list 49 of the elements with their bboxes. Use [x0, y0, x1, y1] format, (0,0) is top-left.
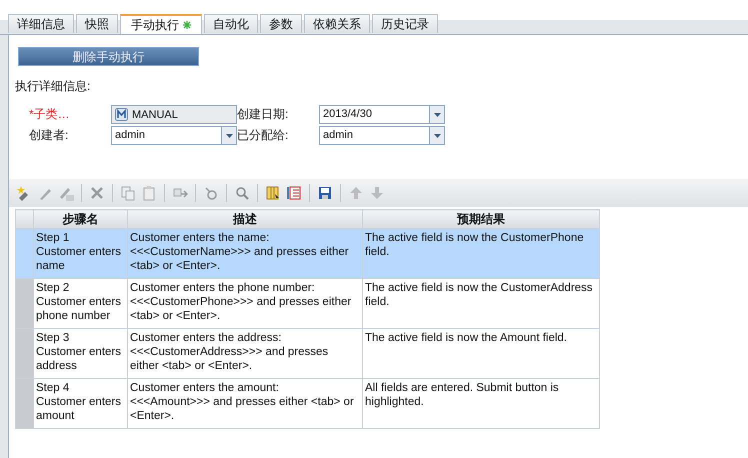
delete-manual-run-button[interactable]: 删除手动执行 [18, 47, 199, 66]
row-selector[interactable] [16, 278, 34, 328]
row-height-icon[interactable] [286, 185, 302, 201]
expected-result-cell: The active field is now the CustomerPhone field. [362, 228, 600, 278]
down-arrow-icon[interactable] [369, 185, 385, 201]
description-cell: Customer enters the name: <<<CustomerName>>> and presses either <tab> or <Enter>. [128, 228, 362, 278]
tab[interactable]: 详细信息 [8, 14, 74, 33]
dropdown-field[interactable]: 2013/4/30 [319, 105, 445, 124]
tab[interactable]: 手动执行 [120, 14, 202, 34]
expected-result-cell: All fields are entered. Submit button is highlighted. [362, 378, 600, 428]
tab[interactable]: 依赖关系 [304, 14, 370, 33]
description-cell: Customer enters the amount: <<<Amount>>> and presses either <tab> or <Enter>. [128, 378, 362, 428]
description-cell: Customer enters the phone number: <<<CustomerPhone>>> and presses either <tab> or <Enter>. [128, 278, 362, 328]
step-name-cell: Step 1 Customer enters name [34, 228, 128, 278]
paste-icon[interactable] [141, 185, 157, 201]
field-label: 创建日期: [237, 106, 290, 123]
field-label: *子类… [29, 106, 71, 123]
manual-icon [115, 108, 128, 121]
search-icon[interactable] [234, 185, 250, 201]
columns-icon[interactable] [265, 185, 281, 201]
step-name-cell: Step 2 Customer enters phone number [34, 278, 128, 328]
dropdown-arrow-icon [434, 134, 440, 138]
description-cell: Customer enters the address: <<<CustomerAddress>>> and presses either <tab> or <Enter>. [128, 328, 362, 378]
section-title: 执行详细信息: [15, 78, 92, 95]
column-header[interactable]: 步骤名 [34, 210, 128, 228]
column-header[interactable]: 预期结果 [362, 210, 600, 228]
step-name-cell: Step 3 Customer enters address [34, 328, 128, 378]
subtype-field: MANUAL [111, 105, 237, 124]
tab[interactable]: 自动化 [204, 14, 258, 33]
field-label: 已分配给: [237, 127, 290, 144]
expected-result-cell: The active field is now the CustomerAddress field. [362, 278, 600, 328]
save-icon[interactable] [317, 185, 333, 201]
up-arrow-icon[interactable] [348, 185, 364, 201]
delete-icon[interactable] [89, 185, 105, 201]
tab[interactable]: 快照 [76, 14, 118, 33]
row-selector[interactable] [16, 378, 34, 428]
column-header[interactable]: 描述 [128, 210, 362, 228]
field-label: 创建者: [29, 127, 70, 144]
dropdown-field[interactable]: admin [111, 126, 237, 145]
expected-result-cell: The active field is now the Amount field. [362, 328, 600, 378]
tab[interactable]: 参数 [260, 14, 302, 33]
dropdown-arrow-icon [434, 112, 440, 116]
copy-icon[interactable] [120, 185, 136, 201]
row-selector[interactable] [16, 228, 34, 278]
tab[interactable]: 历史记录 [372, 14, 438, 33]
row-selector[interactable] [16, 328, 34, 378]
dropdown-field[interactable]: admin [319, 126, 445, 145]
dropdown-arrow-icon [226, 134, 232, 138]
step-name-cell: Step 4 Customer enters amount [34, 378, 128, 428]
